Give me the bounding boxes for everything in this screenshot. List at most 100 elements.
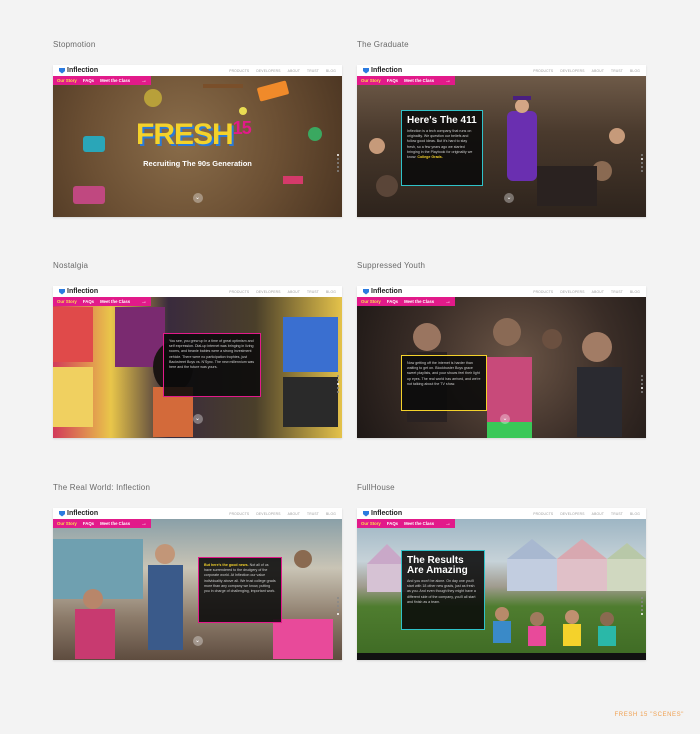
scroll-down-button[interactable]: ⌄ [192,636,203,646]
inflection-logo-icon [363,67,369,74]
sub-nav-faqs[interactable]: FAQs [83,299,94,304]
nav-link-products[interactable]: PRODUCTS [229,290,249,294]
inflection-logo-icon [363,288,369,295]
info-box: The Results Are Amazing And you won't be… [401,550,485,630]
nav-link-trust[interactable]: TRUST [307,290,319,294]
sub-nav-our-story[interactable]: Our Story [57,521,77,526]
brand-logo[interactable]: Inflection [59,288,98,295]
scroll-down-button[interactable]: ⌄ [192,414,203,424]
nav-link-products[interactable]: PRODUCTS [533,290,553,294]
pager-dots [641,375,643,393]
nav-link-developers[interactable]: DEVELOPERS [256,290,280,294]
nav-link-products[interactable]: PRODUCTS [229,512,249,516]
nav-link-about[interactable]: ABOUT [592,69,604,73]
card-title: Stopmotion [53,40,96,49]
pager-dots [641,154,643,172]
nav-link-products[interactable]: PRODUCTS [229,69,249,73]
arrow-right-icon[interactable]: → [445,299,451,305]
arrow-right-icon[interactable]: → [445,78,451,84]
nav-link-blog[interactable]: BLOG [326,290,336,294]
nav-link-developers[interactable]: DEVELOPERS [560,512,584,516]
scene-background: Now getting off the internet is harder t… [357,297,646,438]
nav-links: PRODUCTS DEVELOPERS ABOUT TRUST BLOG [229,290,336,294]
scene-screenshot[interactable]: FRESH15 Recruiting The 90s Generation ⌄ … [53,65,342,217]
tagline: Recruiting The 90s Generation [143,159,252,168]
site-nav: Inflection PRODUCTS DEVELOPERS ABOUT TRU… [357,508,646,519]
card-title: The Real World: Inflection [53,483,151,492]
scene-screenshot[interactable]: Here's The 411 Inflection is a tech comp… [357,65,646,217]
nav-link-products[interactable]: PRODUCTS [533,69,553,73]
brand-logo[interactable]: Inflection [363,67,402,74]
nav-link-developers[interactable]: DEVELOPERS [256,69,280,73]
sub-nav-faqs[interactable]: FAQs [83,78,94,83]
sub-nav-meet-the-class[interactable]: Meet the Class [404,521,434,526]
site-nav: Inflection PRODUCTS DEVELOPERS ABOUT TRU… [53,508,342,519]
sub-nav-meet-the-class[interactable]: Meet the Class [100,78,130,83]
scroll-down-button[interactable]: ⌄ [192,193,203,203]
sub-nav-our-story[interactable]: Our Story [57,299,77,304]
sub-nav-our-story[interactable]: Our Story [57,78,77,83]
scene-background: The Results Are Amazing And you won't be… [357,519,646,660]
inflection-logo-icon [59,67,65,74]
nav-link-trust[interactable]: TRUST [611,69,623,73]
fresh15-logo: FRESH15 [136,118,252,151]
nav-link-about[interactable]: ABOUT [288,69,300,73]
arrow-right-icon[interactable]: → [141,78,147,84]
nav-link-trust[interactable]: TRUST [611,290,623,294]
sub-nav-meet-the-class[interactable]: Meet the Class [404,299,434,304]
sub-nav-faqs[interactable]: FAQs [387,78,398,83]
arrow-right-icon[interactable]: → [141,521,147,527]
scene-screenshot[interactable]: You see, you grew up in a time of great … [53,286,342,438]
sub-nav-our-story[interactable]: Our Story [361,78,381,83]
brand-logo[interactable]: Inflection [59,510,98,517]
footer-caption: FRESH 15 "SCENES" [614,712,684,718]
nav-link-about[interactable]: ABOUT [288,290,300,294]
nav-link-developers[interactable]: DEVELOPERS [560,290,584,294]
pager-dots [641,597,643,615]
sub-nav-meet-the-class[interactable]: Meet the Class [100,521,130,526]
scroll-down-button[interactable]: ⌄ [504,193,514,203]
nav-link-developers[interactable]: DEVELOPERS [256,512,280,516]
nav-link-blog[interactable]: BLOG [630,69,640,73]
sub-nav-faqs[interactable]: FAQs [83,521,94,526]
scroll-down-button[interactable]: ⌄ [500,414,510,424]
nav-link-trust[interactable]: TRUST [611,512,623,516]
nav-link-blog[interactable]: BLOG [326,69,336,73]
brand-logo[interactable]: Inflection [363,510,402,517]
info-box: You see, you grew up in a time of great … [163,333,261,397]
nav-link-blog[interactable]: BLOG [326,512,336,516]
sub-nav-faqs[interactable]: FAQs [387,521,398,526]
inflection-logo-icon [363,510,369,517]
nav-link-blog[interactable]: BLOG [630,290,640,294]
sub-nav-faqs[interactable]: FAQs [387,299,398,304]
nav-link-about[interactable]: ABOUT [592,512,604,516]
sub-nav-meet-the-class[interactable]: Meet the Class [404,78,434,83]
sub-nav-our-story[interactable]: Our Story [361,521,381,526]
nav-link-developers[interactable]: DEVELOPERS [560,69,584,73]
nav-link-trust[interactable]: TRUST [307,69,319,73]
nav-link-blog[interactable]: BLOG [630,512,640,516]
scene-screenshot[interactable]: The Results Are Amazing And you won't be… [357,508,646,660]
sub-nav-our-story[interactable]: Our Story [361,299,381,304]
scene-screenshot[interactable]: Now getting off the internet is harder t… [357,286,646,438]
nav-link-about[interactable]: ABOUT [288,512,300,516]
nav-links: PRODUCTS DEVELOPERS ABOUT TRUST BLOG [533,512,640,516]
nav-link-products[interactable]: PRODUCTS [533,512,553,516]
scene-background: You see, you grew up in a time of great … [53,297,342,438]
card-title: Suppressed Youth [357,261,426,270]
arrow-right-icon[interactable]: → [445,521,451,527]
brand-logo[interactable]: Inflection [363,288,402,295]
card-title: The Graduate [357,40,409,49]
info-box: Now getting off the internet is harder t… [401,355,487,411]
sub-nav: Our Story FAQs Meet the Class → [357,519,455,528]
brand-logo[interactable]: Inflection [59,67,98,74]
nav-link-trust[interactable]: TRUST [307,512,319,516]
scene-background: FRESH15 Recruiting The 90s Generation ⌄ [53,76,342,217]
nav-link-about[interactable]: ABOUT [592,290,604,294]
arrow-right-icon[interactable]: → [141,299,147,305]
sub-nav-meet-the-class[interactable]: Meet the Class [100,299,130,304]
info-box: But here's the good news. Not all of us … [198,557,282,623]
scene-background: But here's the good news. Not all of us … [53,519,342,660]
card-title: FullHouse [357,483,395,492]
scene-screenshot[interactable]: But here's the good news. Not all of us … [53,508,342,660]
